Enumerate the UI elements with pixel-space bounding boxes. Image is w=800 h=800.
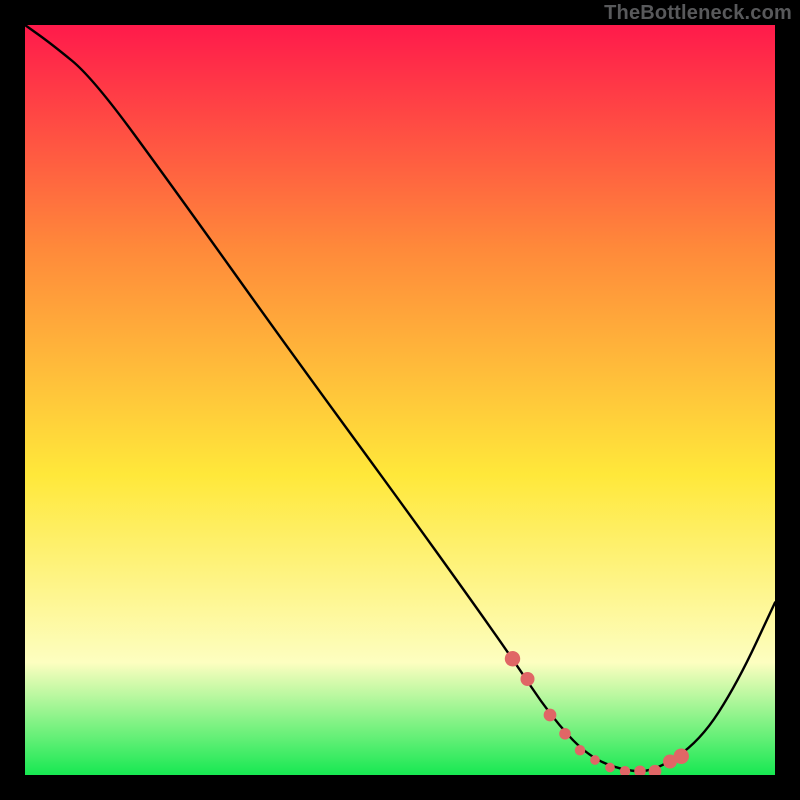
chart-frame: TheBottleneck.com — [0, 0, 800, 800]
highlight-dot — [544, 709, 557, 722]
highlight-dot — [605, 763, 615, 773]
highlight-dot — [559, 728, 571, 740]
chart-plot — [25, 25, 775, 775]
highlight-dot — [590, 755, 600, 765]
highlight-dot — [575, 745, 586, 756]
watermark-text: TheBottleneck.com — [604, 2, 792, 25]
highlight-dot — [505, 651, 520, 666]
highlight-dot — [674, 749, 689, 764]
highlight-dot — [520, 672, 534, 686]
